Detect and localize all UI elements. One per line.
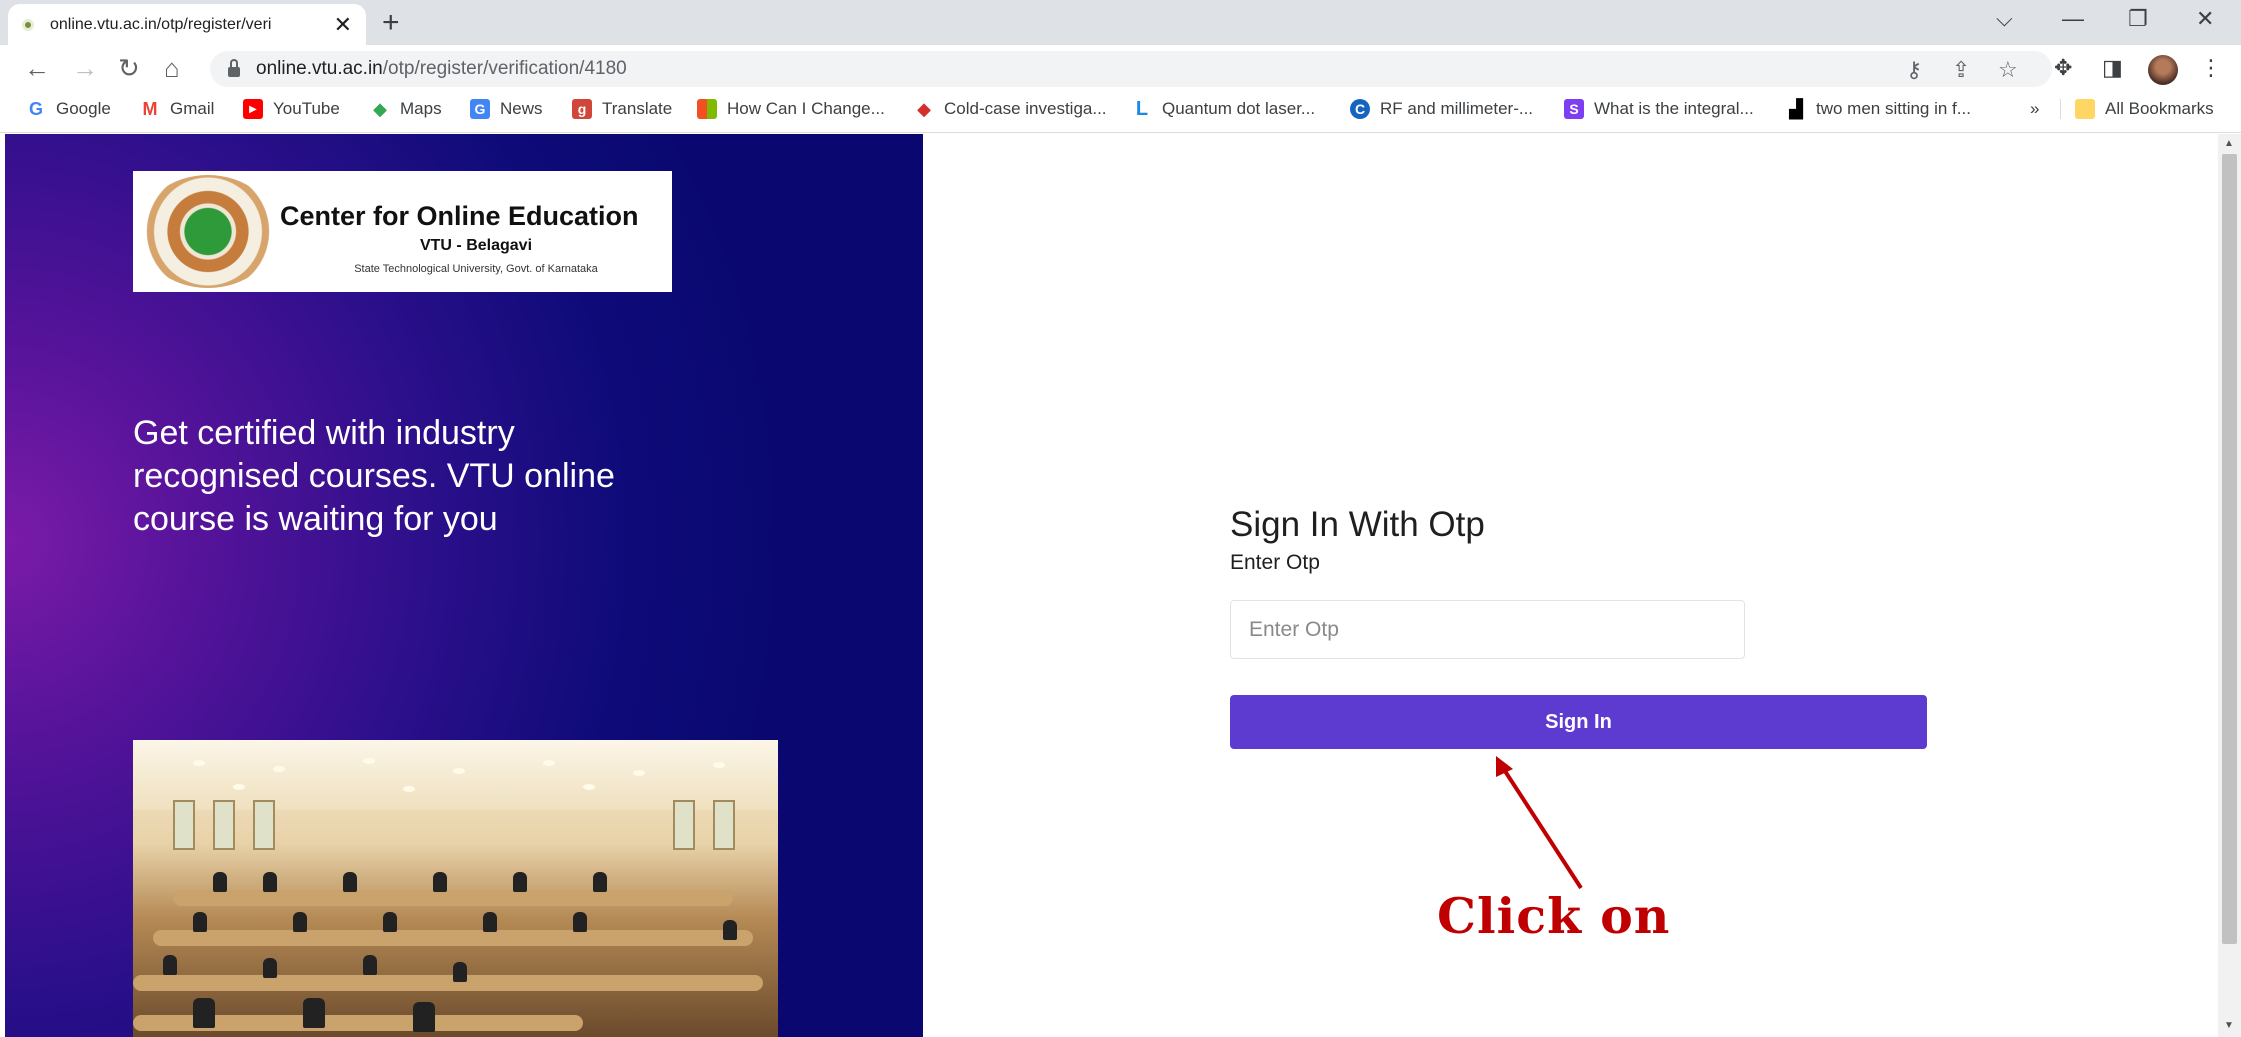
menu-kebab-icon[interactable]: ⋮: [2200, 55, 2222, 81]
signin-panel: Sign In With Otp Enter Otp Sign In Click…: [923, 134, 2218, 1037]
page-content: Center for Online Education VTU - Belaga…: [0, 134, 2241, 1037]
new-tab-button[interactable]: +: [382, 6, 400, 40]
all-bookmarks-button[interactable]: All Bookmarks: [2060, 99, 2214, 119]
scroll-up-icon[interactable]: ▲: [2224, 138, 2234, 149]
address-bar[interactable]: online.vtu.ac.in/otp/register/verificati…: [210, 51, 2052, 87]
logo-title: Center for Online Education: [280, 201, 639, 231]
password-key-icon[interactable]: ⚷: [1906, 57, 1922, 83]
back-icon[interactable]: ←: [24, 53, 50, 84]
bookmark-star-icon[interactable]: ☆: [1998, 57, 2018, 83]
youtube-icon: ▶: [243, 99, 263, 119]
extensions-icon[interactable]: ✥: [2054, 55, 2072, 81]
unsplash-icon: ▟: [1789, 98, 1803, 119]
promo-tagline: Get certified with industry recognised c…: [133, 414, 615, 538]
tab-close-icon[interactable]: ✕: [334, 12, 352, 38]
folder-icon: [2075, 99, 2095, 119]
c-logo-icon: C: [1350, 99, 1370, 119]
bookmark-item[interactable]: ■How Can I Change...: [697, 99, 885, 119]
logo-subtitle: VTU - Belagavi: [419, 237, 533, 254]
microsoft-icon: ■: [697, 99, 717, 119]
logo-caption: State Technological University, Govt. of…: [354, 263, 598, 275]
s-logo-icon: S: [1564, 99, 1584, 119]
home-icon[interactable]: ⌂: [164, 53, 180, 84]
maps-icon: ◆: [373, 98, 387, 119]
bookmarks-overflow-button[interactable]: »: [2030, 99, 2039, 119]
tab-strip: online.vtu.ac.in/otp/register/veri ✕ + ⌵…: [0, 0, 2241, 45]
bookmarks-bar: G Google M Gmail ▶ YouTube ◆ Maps G News g Tra…: [0, 93, 2241, 133]
reload-icon[interactable]: ↻: [118, 53, 140, 84]
bookmark-item[interactable]: M Gmail: [140, 98, 215, 119]
lock-icon[interactable]: [228, 59, 240, 77]
tab-title: online.vtu.ac.in/otp/register/veri: [50, 15, 272, 33]
browser-toolbar: ← → ↻ ⌂ online.vtu.ac.in/otp/register/ve…: [0, 45, 2241, 93]
site-favicon-icon: [22, 18, 34, 31]
bookmark-item[interactable]: L Quantum dot laser...: [1132, 97, 1315, 120]
bookmark-item[interactable]: ▟ two men sitting in f...: [1786, 99, 1971, 119]
scroll-down-icon[interactable]: ▼: [2224, 1020, 2234, 1031]
tab-search-icon[interactable]: ⌵: [1996, 6, 2013, 32]
promo-panel: Center for Online Education VTU - Belaga…: [5, 134, 923, 1037]
restore-button[interactable]: ❐: [2128, 6, 2148, 32]
bookmark-item[interactable]: S What is the integral...: [1564, 99, 1754, 119]
bookmark-item[interactable]: ◆ Cold-case investiga...: [914, 98, 1106, 119]
translate-icon: g: [572, 99, 592, 119]
profile-avatar[interactable]: [2148, 55, 2178, 85]
bookmark-item[interactable]: ◆ Maps: [370, 99, 442, 119]
side-panel-icon[interactable]: ◨: [2102, 55, 2123, 81]
vtu-logo: Center for Online Education VTU - Belaga…: [133, 171, 672, 292]
active-tab[interactable]: online.vtu.ac.in/otp/register/veri ✕: [8, 4, 366, 45]
minimize-button[interactable]: —: [2062, 6, 2084, 32]
url-text: online.vtu.ac.in/otp/register/verificati…: [256, 58, 627, 79]
bookmark-item[interactable]: g Translate: [572, 99, 672, 119]
scroll-thumb[interactable]: [2222, 154, 2237, 944]
journal-icon: L: [1135, 97, 1149, 120]
annotation-text: Click on: [1437, 887, 1671, 945]
page-scrollbar[interactable]: ▲ ▼: [2218, 134, 2241, 1037]
classroom-photo: [133, 740, 778, 1037]
forward-icon[interactable]: →: [72, 53, 98, 84]
gmail-icon: M: [142, 98, 158, 119]
bookmark-item[interactable]: C RF and millimeter-...: [1350, 99, 1533, 119]
share-icon[interactable]: ⇪: [1952, 57, 1970, 83]
bookmark-item[interactable]: ▶ YouTube: [243, 99, 340, 119]
bookmark-item[interactable]: G Google: [26, 99, 111, 119]
google-icon: G: [28, 98, 43, 119]
diamond-icon: ◆: [917, 98, 931, 119]
bookmark-item[interactable]: G News: [470, 99, 543, 119]
window-close-button[interactable]: ✕: [2196, 6, 2214, 32]
news-icon: G: [470, 99, 490, 119]
